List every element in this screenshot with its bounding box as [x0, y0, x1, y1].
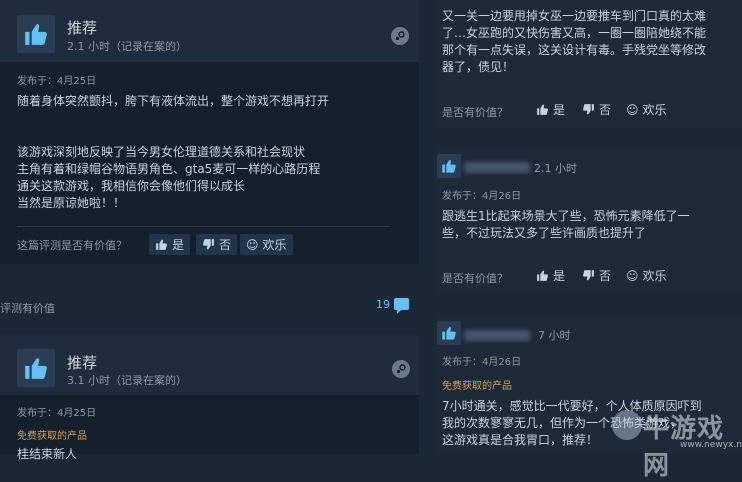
review-card: 推荐 2.1 小时（记录在案的） 发布于：4月25日 随着身体突然颤抖，胯下有液… — [0, 0, 419, 264]
watermark-logo — [612, 410, 642, 440]
review-header — [0, 335, 419, 395]
vote-no-button[interactable]: 否 — [576, 99, 617, 120]
posted-date: 发布于：4月26日 — [442, 357, 522, 368]
posted-date: 发布于：4月25日 — [17, 408, 97, 419]
vote-funny-label: 欢乐 — [262, 238, 287, 252]
free-product-label: 免费获取的产品 — [17, 431, 87, 442]
vote-funny-label: 欢乐 — [642, 269, 667, 283]
steam-icon — [392, 360, 410, 378]
community-helpful-text: 评测有价值 — [0, 302, 55, 315]
review-line: 这游戏真是合我胃口，推荐！ — [442, 433, 599, 447]
vote-funny-button[interactable]: ☺ 欢乐 — [240, 234, 293, 255]
recommendation-title: 推荐 — [67, 19, 98, 37]
vote-yes-button[interactable]: 是 — [149, 234, 191, 255]
thumbs-up-icon — [17, 349, 55, 387]
blurred-username[interactable] — [464, 330, 530, 341]
vote-funny-button[interactable]: ☺ 欢乐 — [620, 99, 673, 120]
vote-yes-label: 是 — [553, 269, 566, 283]
hours-on-record: 2.1 小时（记录在案的） — [67, 40, 187, 53]
vote-no-label: 否 — [599, 103, 612, 117]
review-line: 当然是原谅她啦！！ — [17, 196, 126, 210]
hours-on-record: 7 小时 — [538, 329, 571, 342]
helpful-question: 是否有价值？ — [442, 106, 508, 119]
thumbs-up-icon — [156, 239, 167, 250]
thumbs-up-icon — [17, 15, 55, 53]
watermark-url: www.newyx.net — [680, 440, 742, 450]
review-header — [0, 0, 419, 62]
review-line: 了…女巫跑的又快伤害又高，一圈一圈陪她绕不能 — [442, 26, 707, 40]
free-product-label: 免费获取的产品 — [442, 381, 512, 392]
vote-funny-label: 欢乐 — [642, 103, 667, 117]
smiley-icon: ☺ — [626, 268, 639, 283]
review-line: 器了，债见！ — [442, 60, 515, 74]
recommendation-title: 推荐 — [67, 354, 98, 372]
posted-date: 发布于：4月26日 — [442, 191, 522, 202]
review-line: 主角有着和绿帽谷物语男角色、gta5麦可一样的心路历程 — [17, 162, 321, 176]
helpful-question: 是否有价值？ — [442, 272, 508, 285]
divider — [17, 226, 389, 227]
review-card: 又一关一边要甩掉女巫一边要推车到门口真的太难 了…女巫跑的又快伤害又高，一圈一圈… — [434, 0, 742, 128]
vote-yes-button[interactable]: 是 — [530, 265, 571, 286]
steam-icon — [391, 27, 409, 45]
vote-yes-label: 是 — [172, 238, 185, 252]
vote-yes-label: 是 — [553, 103, 566, 117]
review-line: 该游戏深刻地反映了当今男女伦理道德关系和社会现状 — [17, 145, 306, 159]
vote-no-label: 否 — [219, 238, 232, 252]
posted-date: 发布于：4月25日 — [17, 76, 97, 87]
review-line: 又一关一边要甩掉女巫一边要推车到门口真的太难 — [442, 9, 707, 23]
vote-no-label: 否 — [599, 269, 612, 283]
review-line: 那个有一点失误，这关设计有毒。手残党坐等修改 — [442, 43, 707, 57]
review-line: 跟逃生1比起来场景大了些，恐怖元素降低了一 — [442, 209, 690, 223]
thumbs-down-icon — [583, 270, 594, 281]
thumbs-up-icon — [437, 154, 461, 178]
review-line: 桂结束新人 — [17, 447, 78, 461]
hours-on-record: 2.1 小时 — [534, 162, 577, 175]
thumbs-up-icon — [437, 321, 461, 345]
thumbs-down-icon — [583, 104, 594, 115]
thumbs-up-icon — [537, 104, 548, 115]
comment-bubble-icon[interactable] — [394, 298, 409, 314]
blurred-username[interactable] — [464, 162, 530, 173]
vote-no-button[interactable]: 否 — [576, 265, 617, 286]
vote-funny-button[interactable]: ☺ 欢乐 — [620, 265, 673, 286]
helpful-question: 这篇评测是否有价值？ — [17, 239, 127, 252]
smiley-icon: ☺ — [626, 102, 639, 117]
review-card: 推荐 3.1 小时（记录在案的） 发布于：4月25日 免费获取的产品 桂结束新人 — [0, 335, 419, 461]
comment-count[interactable]: 19 — [376, 298, 390, 311]
smiley-icon: ☺ — [246, 237, 259, 252]
vote-no-button[interactable]: 否 — [196, 234, 238, 255]
hours-on-record: 3.1 小时（记录在案的） — [67, 374, 187, 387]
thumbs-up-icon — [537, 270, 548, 281]
review-line: 通关这款游戏，我相信你会像他们得以成长 — [17, 179, 246, 193]
review-line: 随着身体突然颤抖，胯下有液体流出，整个游戏不想再打开 — [17, 94, 330, 108]
thumbs-down-icon — [203, 239, 214, 250]
review-card: 2.1 小时 发布于：4月26日 跟逃生1比起来场景大了些，恐怖元素降低了一 些… — [434, 146, 742, 294]
vote-yes-button[interactable]: 是 — [530, 99, 571, 120]
review-line: 些，不过玩法又多了些许画质也提升了 — [442, 226, 647, 240]
